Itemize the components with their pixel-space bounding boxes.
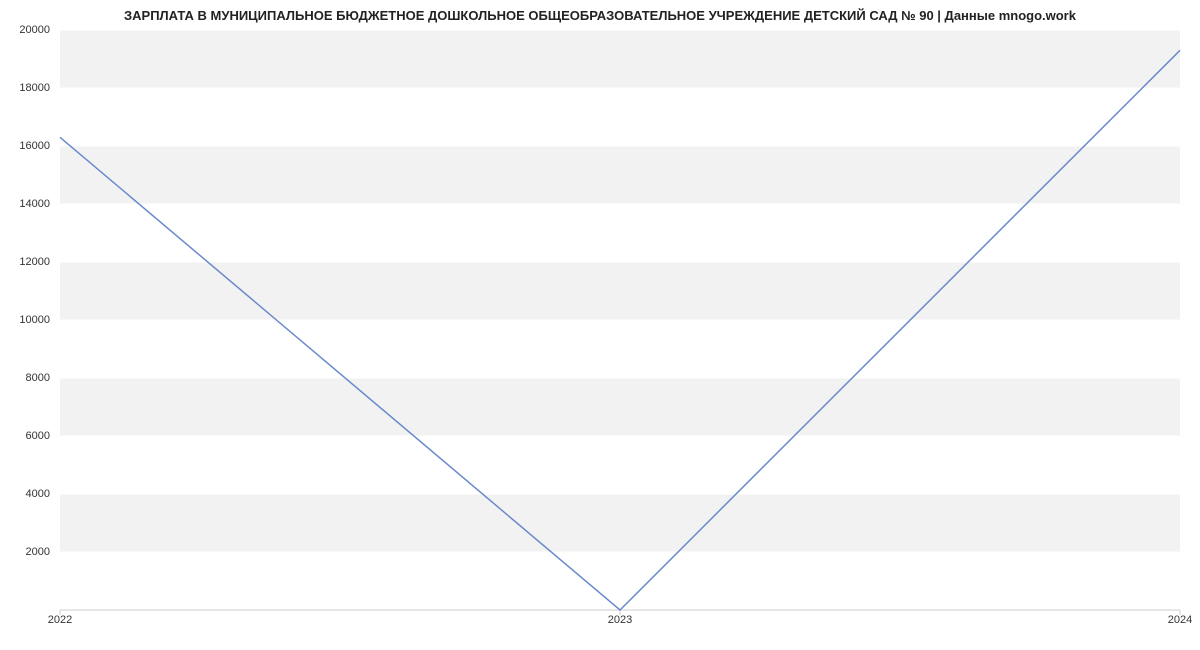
y-tick-label: 8000	[2, 372, 50, 384]
salary-line-chart: ЗАРПЛАТА В МУНИЦИПАЛЬНОЕ БЮДЖЕТНОЕ ДОШКО…	[0, 0, 1200, 650]
y-tick-label: 20000	[2, 24, 50, 36]
y-tick-label: 4000	[2, 488, 50, 500]
y-tick-label: 12000	[2, 256, 50, 268]
chart-title: ЗАРПЛАТА В МУНИЦИПАЛЬНОЕ БЮДЖЕТНОЕ ДОШКО…	[0, 8, 1200, 23]
chart-svg	[60, 30, 1180, 610]
grid-band	[60, 494, 1180, 552]
grid-band	[60, 30, 1180, 88]
x-tick-label: 2022	[48, 614, 72, 626]
y-tick-label: 6000	[2, 430, 50, 442]
y-tick-label: 10000	[2, 314, 50, 326]
y-tick-label: 2000	[2, 546, 50, 558]
grid-band	[60, 146, 1180, 204]
grid-band	[60, 378, 1180, 436]
plot-area	[60, 30, 1180, 610]
x-tick-label: 2023	[608, 614, 632, 626]
y-tick-label: 14000	[2, 198, 50, 210]
grid-band	[60, 262, 1180, 320]
y-tick-label: 18000	[2, 82, 50, 94]
x-tick-label: 2024	[1168, 614, 1192, 626]
y-tick-label: 16000	[2, 140, 50, 152]
